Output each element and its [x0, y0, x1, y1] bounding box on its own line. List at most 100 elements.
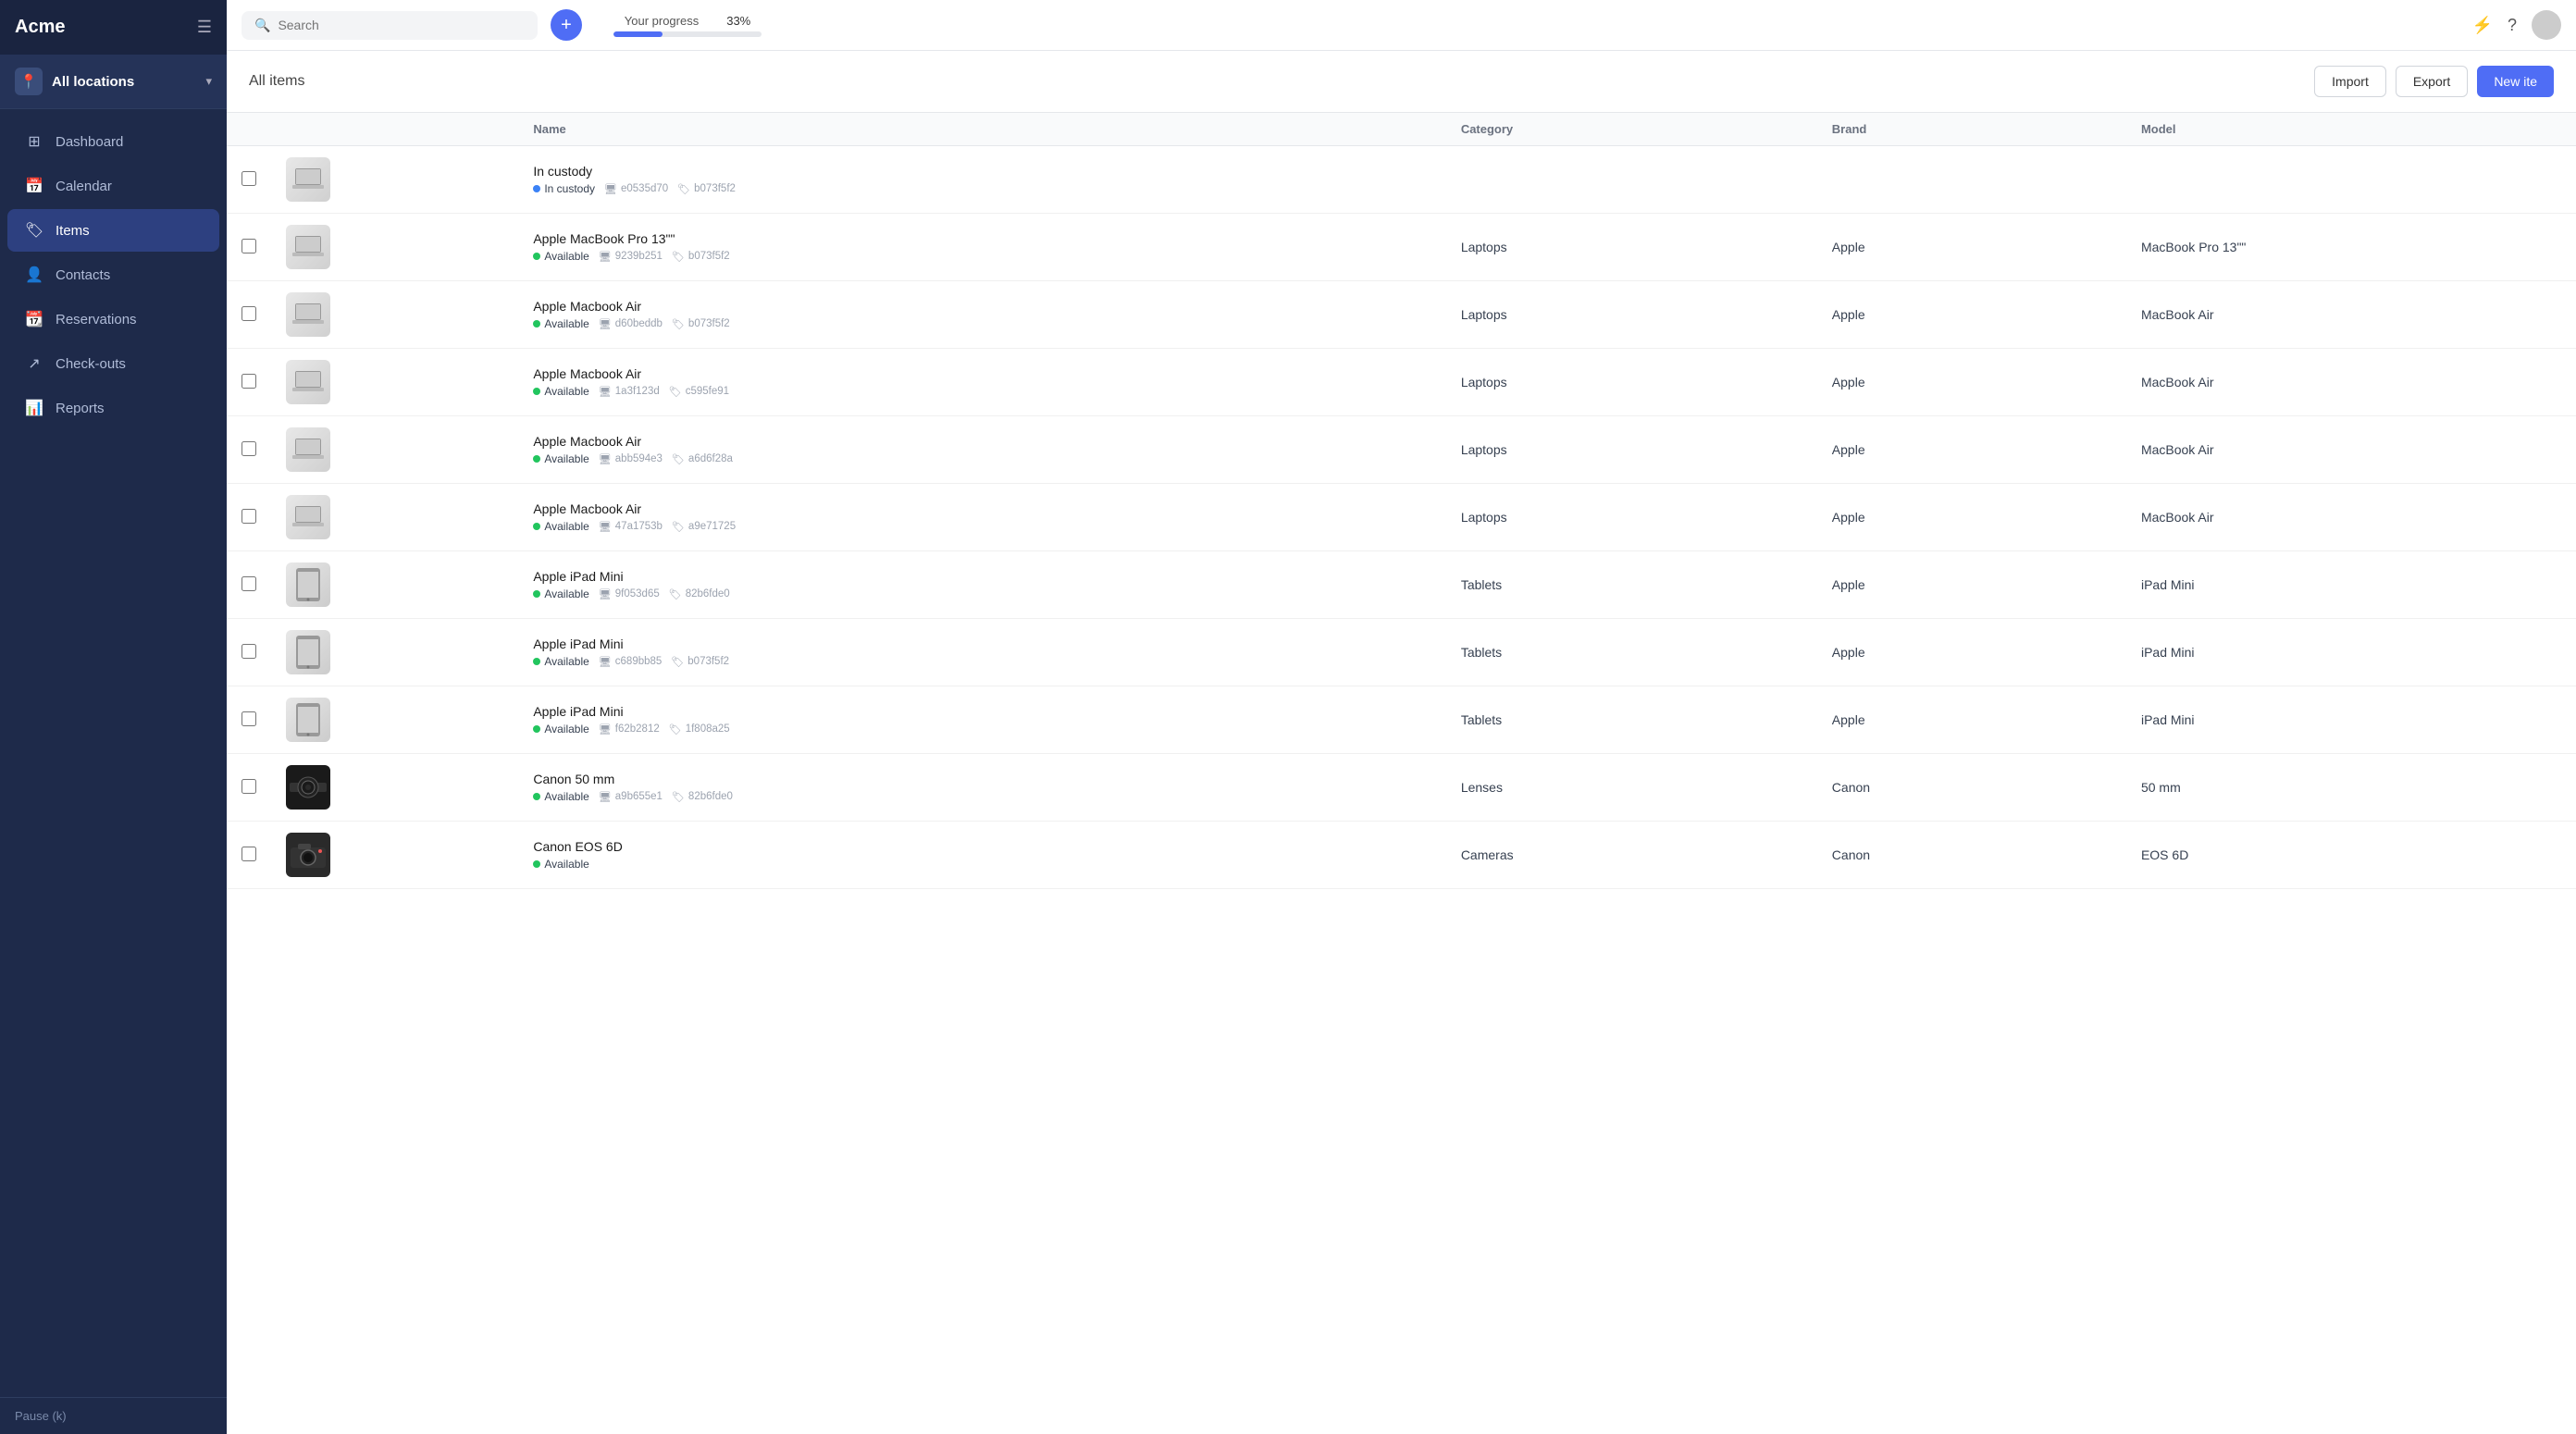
table-row[interactable]: Apple iPad MiniAvailable🖥 c689bb85🏷 b073…	[227, 619, 2576, 686]
sidebar-item-checkouts[interactable]: ↗ Check-outs	[7, 342, 219, 385]
progress-label: Your progress 33%	[625, 14, 751, 28]
item-meta: Available	[533, 858, 1430, 871]
table-row[interactable]: Apple Macbook AirAvailable🖥 d60beddb🏷 b0…	[227, 281, 2576, 349]
table-row[interactable]: Canon 50 mmAvailable🖥 a9b655e1🏷 82b6fde0…	[227, 754, 2576, 822]
status-label: Available	[544, 587, 588, 600]
item-id1: 🖥 abb594e3	[599, 453, 663, 465]
row-thumbnail-cell	[271, 281, 518, 349]
status-dot	[533, 725, 540, 733]
item-id2: 🏷 a9e71725	[672, 521, 736, 533]
row-checkbox-cell	[227, 214, 271, 281]
item-thumbnail	[286, 562, 330, 607]
id-icon: 🖥	[599, 791, 612, 803]
sidebar-item-items[interactable]: 🏷 Items	[7, 209, 219, 252]
item-id2: 🏷 82b6fde0	[669, 588, 730, 600]
chevron-down-icon: ▾	[205, 74, 212, 89]
row-category: Lenses	[1446, 754, 1817, 822]
app-logo: Acme	[15, 17, 65, 38]
location-selector[interactable]: 📍 All locations ▾	[0, 55, 227, 109]
row-checkbox[interactable]	[242, 847, 256, 861]
item-name: Apple iPad Mini	[533, 637, 1430, 651]
search-container[interactable]: 🔍	[242, 11, 538, 40]
import-button[interactable]: Import	[2314, 66, 2386, 97]
export-button[interactable]: Export	[2396, 66, 2468, 97]
sidebar-item-calendar[interactable]: 📅 Calendar	[7, 165, 219, 207]
sidebar-item-reservations[interactable]: 📆 Reservations	[7, 298, 219, 340]
page-header: All items Import Export New ite	[227, 51, 2576, 113]
table-row[interactable]: Apple Macbook AirAvailable🖥 abb594e3🏷 a6…	[227, 416, 2576, 484]
table-row[interactable]: Apple Macbook AirAvailable🖥 47a1753b🏷 a9…	[227, 484, 2576, 551]
item-name: Apple Macbook Air	[533, 434, 1430, 449]
location-icon: 📍	[15, 68, 43, 95]
row-checkbox[interactable]	[242, 374, 256, 389]
row-model: MacBook Air	[2126, 416, 2576, 484]
avatar[interactable]	[2532, 10, 2561, 40]
sidebar-item-contacts[interactable]: 👤 Contacts	[7, 253, 219, 296]
row-thumbnail-cell	[271, 349, 518, 416]
row-category: Laptops	[1446, 281, 1817, 349]
main-content: 🔍 + Your progress 33% ⚡ ? All items Impo…	[227, 0, 2576, 1434]
row-checkbox[interactable]	[242, 239, 256, 253]
sidebar-footer[interactable]: Pause (k)	[0, 1397, 227, 1434]
row-checkbox[interactable]	[242, 306, 256, 321]
id-icon: 🖥	[599, 318, 612, 330]
sidebar-item-dashboard[interactable]: ⊞ Dashboard	[7, 120, 219, 163]
status-badge: Available	[533, 317, 588, 330]
row-checkbox[interactable]	[242, 509, 256, 524]
topbar: 🔍 + Your progress 33% ⚡ ?	[227, 0, 2576, 51]
hamburger-icon[interactable]: ☰	[197, 18, 212, 37]
table-row[interactable]: Apple MacBook Pro 13""Available🖥 9239b25…	[227, 214, 2576, 281]
status-label: Available	[544, 452, 588, 465]
table-row[interactable]: Canon EOS 6DAvailableCamerasCanonEOS 6D	[227, 822, 2576, 889]
lightning-icon[interactable]: ⚡	[2472, 16, 2493, 35]
status-label: Available	[544, 858, 588, 871]
th-brand: Brand	[1817, 113, 2126, 146]
item-thumbnail	[286, 630, 330, 674]
table-row[interactable]: Apple iPad MiniAvailable🖥 f62b2812🏷 1f80…	[227, 686, 2576, 754]
item-id1: 🖥 f62b2812	[599, 723, 660, 736]
row-checkbox[interactable]	[242, 171, 256, 186]
id-icon: 🖥	[604, 183, 617, 195]
row-category	[1446, 146, 1817, 214]
row-category: Tablets	[1446, 686, 1817, 754]
row-checkbox[interactable]	[242, 441, 256, 456]
row-checkbox-cell	[227, 281, 271, 349]
topbar-right: ⚡ ?	[2472, 10, 2561, 40]
sidebar-item-label: Reservations	[56, 312, 137, 328]
row-info-cell: Apple iPad MiniAvailable🖥 9f053d65🏷 82b6…	[518, 551, 1445, 619]
item-id2: 🏷 82b6fde0	[672, 791, 733, 803]
help-icon[interactable]: ?	[2508, 16, 2517, 35]
row-checkbox-cell	[227, 686, 271, 754]
item-meta: Available🖥 d60beddb🏷 b073f5f2	[533, 317, 1430, 330]
row-checkbox[interactable]	[242, 779, 256, 794]
row-checkbox-cell	[227, 416, 271, 484]
item-id2: 🏷 b073f5f2	[672, 251, 730, 263]
header-actions: Import Export New ite	[2314, 66, 2554, 97]
items-table: Name Category Brand Model In custodyIn c…	[227, 113, 2576, 889]
row-checkbox[interactable]	[242, 711, 256, 726]
item-meta: Available🖥 a9b655e1🏷 82b6fde0	[533, 790, 1430, 803]
row-model: EOS 6D	[2126, 822, 2576, 889]
row-checkbox[interactable]	[242, 576, 256, 591]
status-label: In custody	[544, 182, 595, 195]
add-button[interactable]: +	[551, 9, 582, 41]
item-id1: 🖥 e0535d70	[604, 183, 668, 195]
status-dot	[533, 185, 540, 192]
status-dot	[533, 658, 540, 665]
row-checkbox[interactable]	[242, 644, 256, 659]
sidebar-nav: ⊞ Dashboard 📅 Calendar 🏷 Items 👤 Contact…	[0, 109, 227, 1397]
item-meta: Available 🖥 9f053d65 🏷 82b6fde0	[533, 587, 1430, 600]
search-input[interactable]	[278, 18, 525, 32]
table-row[interactable]: Apple Macbook AirAvailable🖥 1a3f123d🏷 c5…	[227, 349, 2576, 416]
item-name: Apple Macbook Air	[533, 299, 1430, 314]
sidebar-item-reports[interactable]: 📊 Reports	[7, 387, 219, 429]
row-brand: Apple	[1817, 686, 2126, 754]
table-row[interactable]: In custodyIn custody🖥 e0535d70🏷 b073f5f2	[227, 146, 2576, 214]
item-id1: 🖥 9f053d65	[599, 588, 660, 600]
row-thumbnail-cell	[271, 754, 518, 822]
row-thumbnail-cell	[271, 822, 518, 889]
table-row[interactable]: Apple iPad MiniAvailable🖥 9f053d65🏷 82b6…	[227, 551, 2576, 619]
row-category: Tablets	[1446, 551, 1817, 619]
item-meta: In custody🖥 e0535d70🏷 b073f5f2	[533, 182, 1430, 195]
new-item-button[interactable]: New ite	[2477, 66, 2554, 97]
